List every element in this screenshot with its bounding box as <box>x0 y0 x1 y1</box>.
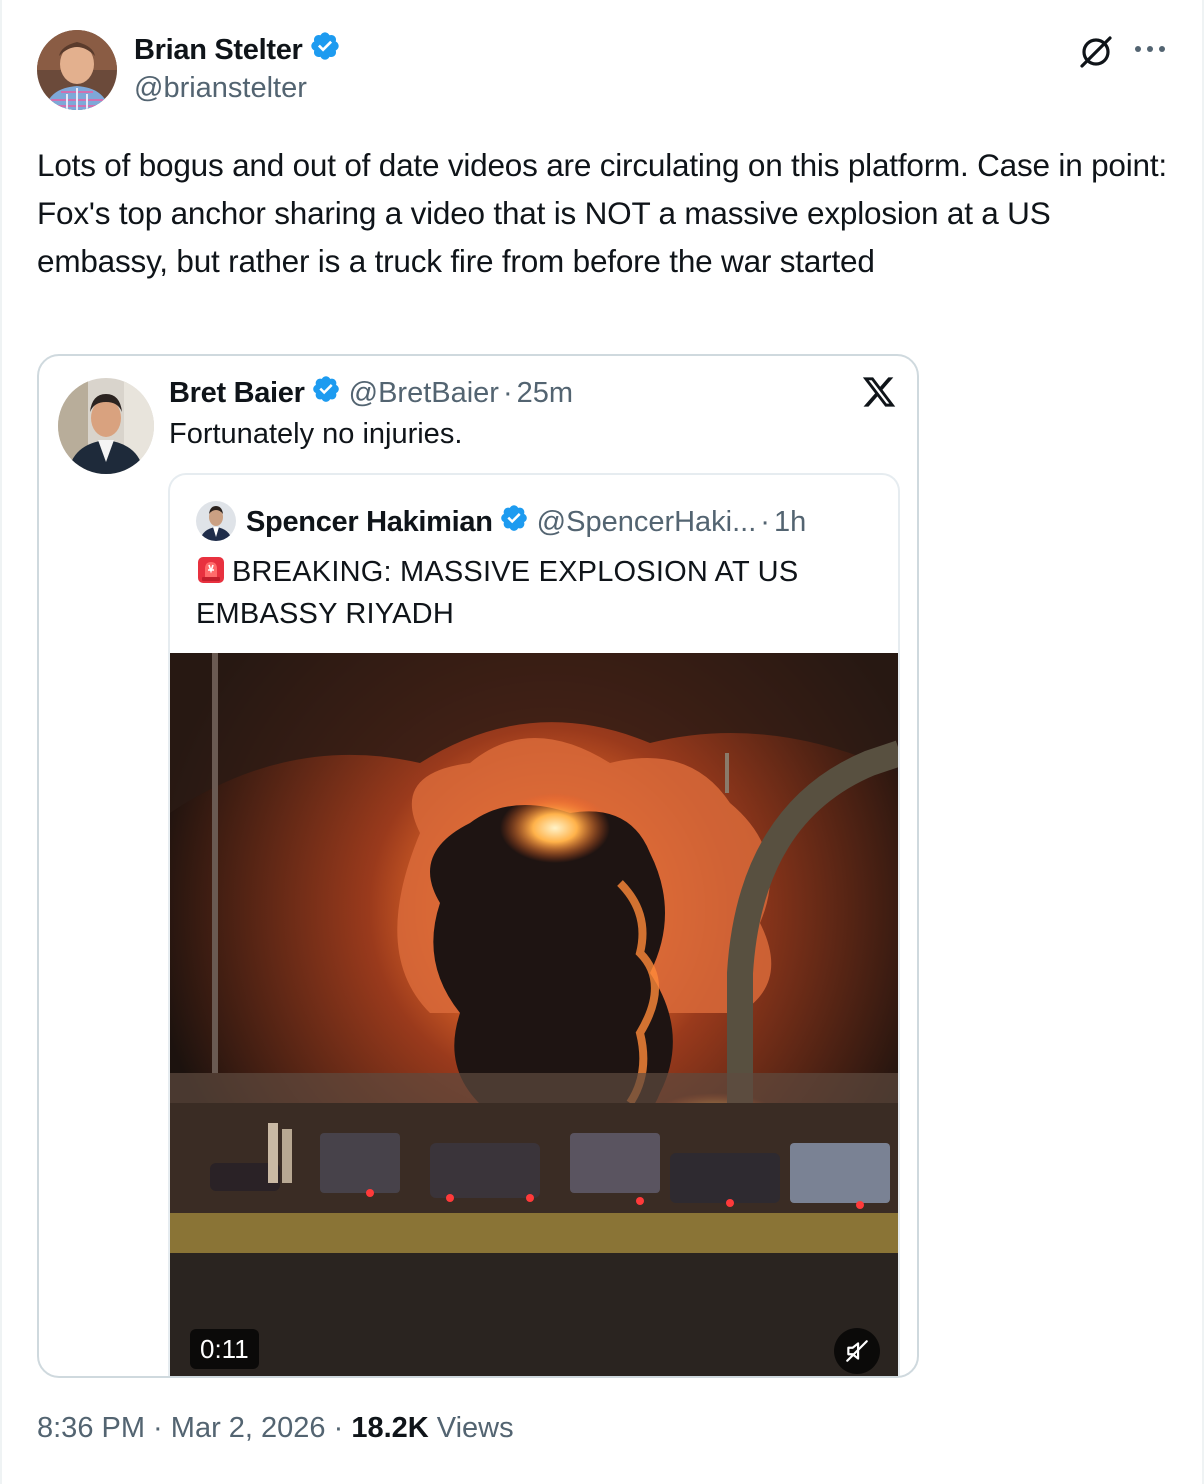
video-duration: 0:11 <box>190 1329 259 1369</box>
nested-text-content: BREAKING: MASSIVE EXPLOSION AT US EMBASS… <box>196 556 799 630</box>
quote-timestamp[interactable]: 25m <box>517 377 573 410</box>
tweet-text: Lots of bogus and out of date videos are… <box>37 147 1167 279</box>
nested-quoted-tweet[interactable]: Spencer Hakimian @SpencerHaki... · 1h BR… <box>168 473 900 1376</box>
quote-author-avatar[interactable] <box>58 378 154 474</box>
verified-badge-icon <box>311 374 341 412</box>
post-time[interactable]: 8:36 PM <box>37 1412 145 1444</box>
nested-timestamp[interactable]: 1h <box>774 506 806 539</box>
quoted-tweet[interactable]: Bret Baier @BretBaier · 25m Fortunately … <box>37 354 919 1378</box>
grok-icon[interactable] <box>1076 32 1116 72</box>
author-avatar[interactable] <box>37 30 117 110</box>
video-player[interactable]: 0:11 <box>170 653 898 1376</box>
nested-author-handle[interactable]: @SpencerHaki... <box>537 506 757 539</box>
separator-dot: · <box>760 505 770 538</box>
nested-text: BREAKING: MASSIVE EXPLOSION AT US EMBASS… <box>196 551 876 635</box>
video-frame <box>170 653 898 1376</box>
more-icon[interactable] <box>1132 34 1168 64</box>
x-logo-icon[interactable] <box>861 374 897 410</box>
author-name-text: Brian Stelter <box>134 33 303 66</box>
nested-author-avatar[interactable] <box>196 501 236 541</box>
nested-author-name[interactable]: Spencer Hakimian <box>246 506 493 539</box>
author-handle[interactable]: @brianstelter <box>134 72 307 105</box>
views-label: Views <box>428 1412 514 1444</box>
quote-header: Bret Baier @BretBaier · 25m <box>169 374 573 412</box>
siren-emoji-icon <box>196 555 226 585</box>
separator-dot: · <box>145 1412 171 1444</box>
quote-author-name[interactable]: Bret Baier <box>169 377 305 410</box>
quote-author-handle[interactable]: @BretBaier <box>349 377 499 410</box>
separator-dot: · <box>325 1412 352 1444</box>
separator-dot: · <box>502 376 513 409</box>
verified-badge-icon <box>309 30 341 70</box>
views-count: 18.2K <box>351 1412 429 1444</box>
nested-header: Spencer Hakimian @SpencerHaki... · 1h <box>246 503 806 541</box>
tweet-meta: 8:36 PM · Mar 2, 2026 · 18.2K Views <box>37 1412 514 1445</box>
verified-badge-icon <box>499 503 529 541</box>
post-date[interactable]: Mar 2, 2026 <box>171 1412 326 1444</box>
mute-icon[interactable] <box>834 1328 880 1374</box>
tweet-card: Brian Stelter @brianstelter Lots of bogu… <box>0 0 1204 1484</box>
author-name[interactable]: Brian Stelter <box>134 30 341 70</box>
quote-text: Fortunately no injuries. <box>169 418 463 450</box>
